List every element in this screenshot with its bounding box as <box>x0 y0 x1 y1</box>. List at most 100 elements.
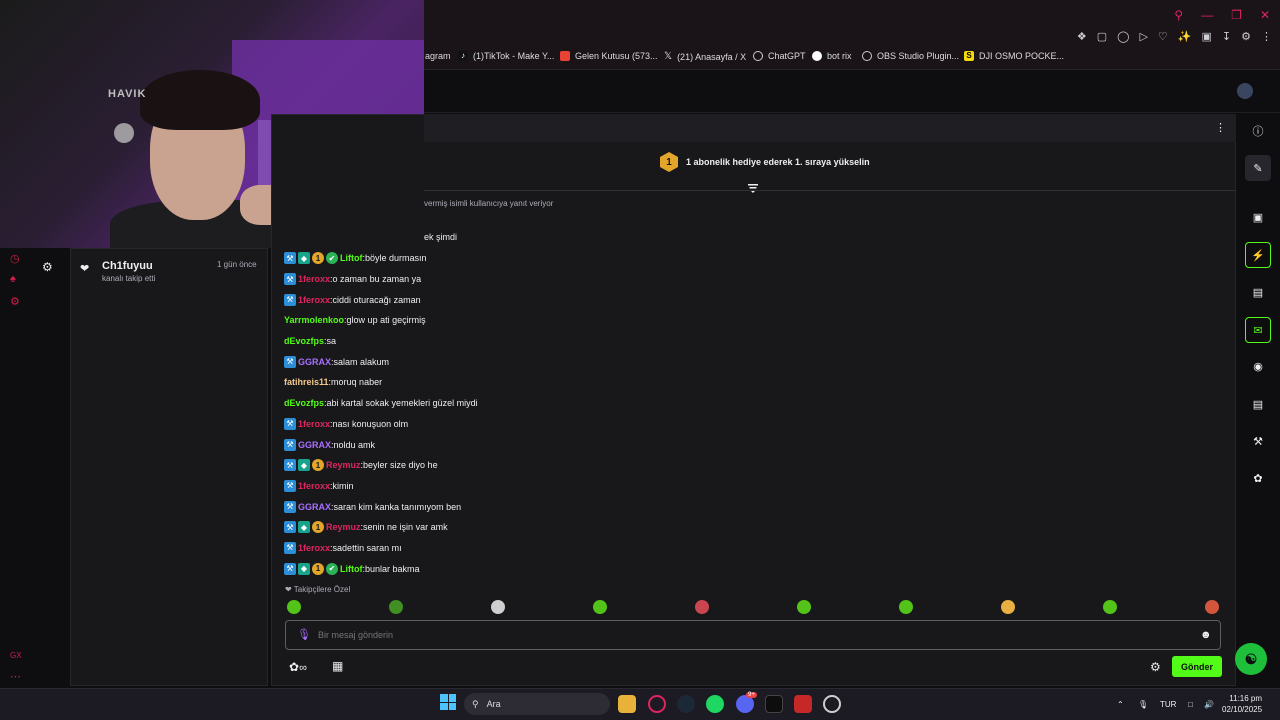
emoji-icon[interactable]: ☻ <box>1200 629 1212 641</box>
taskbar-search[interactable]: ⚲ Ara <box>464 693 610 715</box>
subscriber-badge-icon[interactable]: 1 <box>312 562 324 575</box>
spotify-icon[interactable] <box>706 695 724 713</box>
heart-icon[interactable]: ♡ <box>1158 30 1168 43</box>
emote-icon[interactable] <box>1205 600 1219 614</box>
chat-username[interactable]: GGRAX <box>298 357 331 367</box>
wrench-icon[interactable]: ⚒ <box>1245 428 1271 454</box>
send-button[interactable]: Gönder <box>1172 656 1222 677</box>
collections-icon[interactable]: ▣ <box>1202 30 1212 43</box>
network-icon[interactable]: □ <box>1188 700 1193 709</box>
chat-username[interactable]: dEvozfps <box>284 336 324 346</box>
emote-icon[interactable] <box>695 600 709 614</box>
moderator-badge-icon[interactable]: ⚒ <box>284 459 296 472</box>
bookmark-gmail[interactable]: Gelen Kutusu (573... <box>560 51 658 61</box>
media-app-icon[interactable] <box>794 695 812 713</box>
moderator-badge-icon[interactable]: ⚒ <box>284 438 296 451</box>
subscriber-badge-icon[interactable]: 1 <box>312 252 324 265</box>
emote-icon[interactable] <box>287 600 301 614</box>
emote-icon[interactable] <box>593 600 607 614</box>
clock[interactable]: 11:16 pm 02/10/2025 <box>1222 693 1262 715</box>
emote-icon[interactable] <box>1103 600 1117 614</box>
bookmark-botrix[interactable]: bot rix <box>812 51 852 61</box>
extensions-icon[interactable]: ✨ <box>1178 30 1192 43</box>
moderator-badge-icon[interactable]: ⚒ <box>284 521 296 534</box>
activity-username[interactable]: Ch1fuyuu <box>102 260 153 272</box>
pin-icon[interactable]: ❖ <box>1077 30 1087 43</box>
info-icon[interactable]: ⓘ <box>1245 118 1271 144</box>
moderator-badge-icon[interactable]: ⚒ <box>284 417 296 430</box>
moderator-badge-icon[interactable]: ⚒ <box>284 479 296 492</box>
moderator-badge-icon[interactable]: ⚒ <box>284 355 296 368</box>
close-icon[interactable]: ✕ <box>1260 8 1270 22</box>
chat-username[interactable]: fatihreis11 <box>284 377 329 387</box>
channel-points-button[interactable]: ✿∞ <box>289 660 307 674</box>
chat-input[interactable] <box>318 630 1178 640</box>
layout-icon[interactable]: ▤ <box>1245 391 1271 417</box>
collapse-icon[interactable] <box>747 183 759 193</box>
store-icon[interactable]: ▦ <box>332 659 343 673</box>
language-indicator[interactable]: TUR <box>1160 700 1176 709</box>
help-button[interactable]: ☯ <box>1235 643 1267 675</box>
lightning-icon[interactable]: ⚡ <box>1245 242 1271 268</box>
chat-username[interactable]: 1feroxx <box>298 274 330 284</box>
shield-icon[interactable]: ◯ <box>1117 30 1129 43</box>
moderator-badge-icon[interactable]: ⚒ <box>284 252 296 265</box>
bookmark-dji[interactable]: S DJI OSMO POCKE... <box>964 51 1064 61</box>
vip-badge-icon[interactable]: ◆ <box>298 252 310 265</box>
moderator-badge-icon[interactable]: ⚒ <box>284 500 296 513</box>
chat-username[interactable]: Yarrmolenkoo <box>284 315 344 325</box>
emote-icon[interactable] <box>491 600 505 614</box>
moderator-badge-icon[interactable]: ⚒ <box>284 562 296 575</box>
emote-icon[interactable] <box>1001 600 1015 614</box>
emote-icon[interactable] <box>389 600 403 614</box>
bookmark-x[interactable]: 𝕏 (21) Anasayfa / X <box>664 51 746 62</box>
settings-icon[interactable]: ⚙ <box>1241 30 1251 43</box>
start-button[interactable] <box>440 694 456 710</box>
chrome-icon[interactable] <box>823 695 841 713</box>
download-icon[interactable]: ↧ <box>1222 30 1231 43</box>
bookmark-obs[interactable]: OBS Studio Plugin... <box>862 51 959 61</box>
chat-settings-icon[interactable]: ⚙ <box>1150 660 1161 674</box>
subscriber-badge-icon[interactable]: 1 <box>312 521 324 534</box>
chat-username[interactable]: GGRAX <box>298 440 331 450</box>
moderator-badge-icon[interactable]: ⚒ <box>284 273 296 286</box>
broadcast-icon[interactable]: ◉ <box>1245 353 1271 379</box>
bookmark-instagram[interactable]: agram <box>425 51 451 61</box>
extensions-icon[interactable]: ♠ <box>10 273 16 285</box>
microphone-icon[interactable]: 🎙 <box>297 628 311 641</box>
vip-badge-icon[interactable]: ◆ <box>298 459 310 472</box>
chat-username[interactable]: GGRAX <box>298 502 331 512</box>
file-explorer-icon[interactable] <box>618 695 636 713</box>
settings-icon[interactable]: ⚙ <box>10 295 20 308</box>
chat-username[interactable]: 1feroxx <box>298 295 330 305</box>
search-icon[interactable]: ⚲ <box>1174 8 1183 22</box>
nodes-icon[interactable]: ✿ <box>1245 465 1271 491</box>
volume-icon[interactable]: 🔊 <box>1204 700 1214 709</box>
chat-username[interactable]: 1feroxx <box>298 543 330 553</box>
bookmark-tiktok[interactable]: ♪ (1)TikTok - Make Y... <box>458 51 554 61</box>
subscription-banner[interactable]: 1 1 abonelik hediye ederek 1. sıraya yük… <box>660 152 870 172</box>
steam-icon[interactable] <box>677 695 695 713</box>
minimize-icon[interactable]: — <box>1201 8 1213 22</box>
moderator-badge-icon[interactable]: ⚒ <box>284 293 296 306</box>
chat-username[interactable]: 1feroxx <box>298 481 330 491</box>
history-icon[interactable]: ◷ <box>10 252 20 265</box>
chat-username[interactable]: dEvozfps <box>284 398 324 408</box>
verified-badge-icon[interactable]: ✔ <box>326 562 338 575</box>
focus-icon[interactable]: ▣ <box>1245 204 1271 230</box>
vip-badge-icon[interactable]: ◆ <box>298 521 310 534</box>
gx-label[interactable]: GX <box>10 651 22 660</box>
bookmark-chatgpt[interactable]: ChatGPT <box>753 51 806 61</box>
activity-settings-icon[interactable]: ⚙ <box>42 260 53 274</box>
chat-icon[interactable]: ✉ <box>1245 317 1271 343</box>
chat-username[interactable]: Reymuz <box>326 522 361 532</box>
subscriber-badge-icon[interactable]: 1 <box>312 459 324 472</box>
more-icon[interactable]: ⋯ <box>10 670 21 683</box>
pencil-icon[interactable]: ✎ <box>1245 155 1271 181</box>
emote-icon[interactable] <box>797 600 811 614</box>
avatar[interactable] <box>1237 83 1253 99</box>
tray-chevron-icon[interactable]: ⌃ <box>1117 700 1124 709</box>
moderator-badge-icon[interactable]: ⚒ <box>284 541 296 554</box>
screenshot-icon[interactable]: ▢ <box>1097 30 1107 43</box>
verified-badge-icon[interactable]: ✔ <box>326 252 338 265</box>
